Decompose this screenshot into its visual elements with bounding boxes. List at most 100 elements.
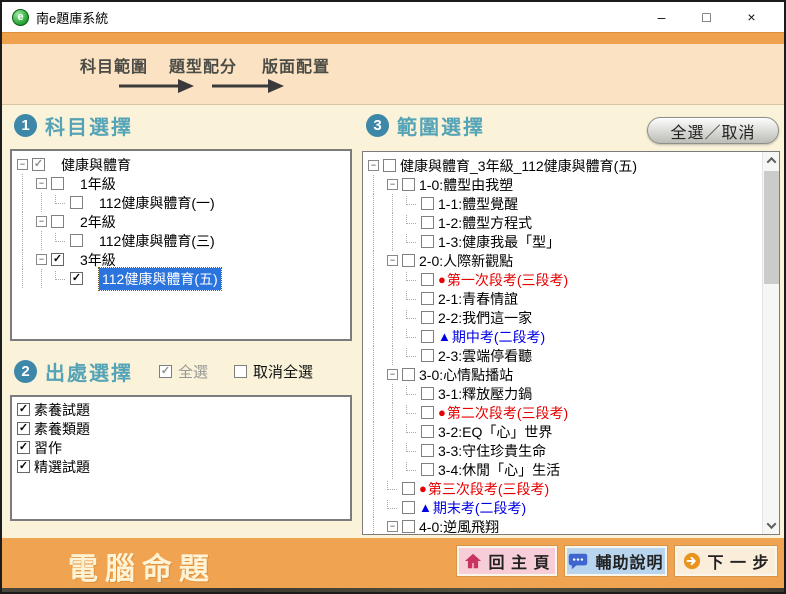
tree-checkbox[interactable]: [51, 177, 64, 190]
tree-node-label[interactable]: 1-0:體型由我塑: [419, 175, 513, 195]
tree-row[interactable]: ▲期末考(二段考): [363, 498, 762, 517]
collapse-toggle-icon[interactable]: −: [387, 255, 398, 266]
tree-node-label[interactable]: 1-3:健康我最「型」: [438, 232, 560, 252]
minimize-button[interactable]: –: [639, 3, 684, 31]
tree-node-label[interactable]: 期末考(二段考): [433, 498, 526, 518]
tree-node-label[interactable]: 2-2:我們這一家: [438, 308, 532, 328]
tree-node-label[interactable]: 2年級: [80, 212, 116, 232]
tree-node-label[interactable]: 健康與體育: [61, 155, 131, 175]
home-button[interactable]: 回 主 頁: [457, 546, 557, 576]
tree-row[interactable]: − 健康與體育_3年級_112健康與體育(五): [363, 156, 762, 175]
next-step-button[interactable]: 下 一 步: [675, 546, 777, 576]
tree-row[interactable]: ●第一次段考(三段考): [363, 270, 762, 289]
deselect-all-checkbox[interactable]: [234, 365, 247, 378]
tree-checkbox[interactable]: [421, 463, 434, 476]
close-button[interactable]: ×: [729, 3, 774, 31]
tree-checkbox[interactable]: ✓: [70, 272, 83, 285]
select-all-checkbox-group[interactable]: ✓ 全選: [159, 361, 208, 382]
tree-row[interactable]: −✓ 健康與體育: [12, 155, 350, 174]
source-item-checkbox[interactable]: ✓: [17, 460, 30, 473]
tree-checkbox[interactable]: [421, 444, 434, 457]
tree-checkbox[interactable]: [402, 482, 415, 495]
tree-node-label[interactable]: 期中考(二段考): [452, 327, 545, 347]
tree-checkbox[interactable]: [421, 292, 434, 305]
tree-row[interactable]: −3-0:心情點播站: [363, 365, 762, 384]
source-item-checkbox[interactable]: ✓: [17, 422, 30, 435]
tree-node-label[interactable]: 健康與體育_3年級_112健康與體育(五): [400, 156, 637, 176]
tree-row[interactable]: − 2-0:人際新觀點: [363, 251, 762, 270]
tree-row[interactable]: ●第二次段考(三段考): [363, 403, 762, 422]
tree-node-label[interactable]: 1-1:體型覺醒: [438, 194, 518, 214]
tree-row[interactable]: −4-0:逆風飛翔: [363, 517, 762, 535]
tree-row[interactable]: 1-2:體型方程式: [363, 213, 762, 232]
tree-row[interactable]: − 2年級: [12, 212, 350, 231]
tree-checkbox[interactable]: [421, 349, 434, 362]
tree-checkbox[interactable]: [421, 425, 434, 438]
tree-checkbox[interactable]: [402, 254, 415, 267]
tree-checkbox[interactable]: [421, 216, 434, 229]
source-list-item[interactable]: ✓素養類題: [12, 419, 350, 438]
tree-checkbox[interactable]: [421, 330, 434, 343]
source-list-item[interactable]: ✓習作: [12, 438, 350, 457]
tree-node-label[interactable]: 112健康與體育(五): [99, 268, 221, 290]
tree-checkbox[interactable]: ✓: [32, 158, 45, 171]
tree-node-label[interactable]: 1-2:體型方程式: [438, 213, 532, 233]
tree-checkbox[interactable]: [421, 273, 434, 286]
tree-row[interactable]: 2-1:青春情誼: [363, 289, 762, 308]
tree-node-label[interactable]: 3-1:釋放壓力鍋: [438, 384, 532, 404]
help-button[interactable]: 輔助說明: [565, 546, 667, 576]
tree-node-label[interactable]: 2-0:人際新觀點: [419, 251, 513, 271]
tree-node-label[interactable]: 2-3:雲端停看聽: [438, 346, 532, 366]
tree-row[interactable]: 1-3:健康我最「型」: [363, 232, 762, 251]
tree-node-label[interactable]: 2-1:青春情誼: [438, 289, 518, 309]
maximize-button[interactable]: □: [684, 3, 729, 31]
tree-row[interactable]: 3-1:釋放壓力鍋: [363, 384, 762, 403]
tree-checkbox[interactable]: [421, 406, 434, 419]
tree-row[interactable]: −✓ 3年級: [12, 250, 350, 269]
tree-checkbox[interactable]: [402, 178, 415, 191]
tree-row[interactable]: ✓ 112健康與體育(五): [12, 269, 350, 288]
source-list-item[interactable]: ✓精選試題: [12, 457, 350, 476]
collapse-toggle-icon[interactable]: −: [17, 159, 28, 170]
tree-checkbox[interactable]: [70, 234, 83, 247]
tree-row[interactable]: − 1-0:體型由我塑: [363, 175, 762, 194]
tree-node-label[interactable]: 3-2:EQ「心」世界: [438, 422, 552, 442]
tree-row[interactable]: ▲期中考(二段考): [363, 327, 762, 346]
source-list-item[interactable]: ✓素養試題: [12, 400, 350, 419]
tree-checkbox[interactable]: [421, 387, 434, 400]
tree-node-label[interactable]: 第二次段考(三段考): [447, 403, 568, 423]
tree-row[interactable]: 2-2:我們這一家: [363, 308, 762, 327]
tree-checkbox[interactable]: [421, 311, 434, 324]
tree-row[interactable]: 3-3:守住珍貴生命: [363, 441, 762, 460]
scrollbar-thumb[interactable]: [764, 171, 779, 284]
tree-checkbox[interactable]: ✓: [51, 253, 64, 266]
tree-row[interactable]: 112健康與體育(三): [12, 231, 350, 250]
tree-checkbox[interactable]: [402, 368, 415, 381]
tree-row[interactable]: 112健康與體育(一): [12, 193, 350, 212]
tree-checkbox[interactable]: [421, 235, 434, 248]
tree-node-label[interactable]: 1年級: [80, 174, 116, 194]
collapse-toggle-icon[interactable]: −: [387, 179, 398, 190]
tree-node-label[interactable]: 第一次段考(三段考): [447, 270, 568, 290]
tree-checkbox[interactable]: [402, 520, 415, 533]
tree-node-label[interactable]: 3年級: [80, 250, 116, 270]
select-all-checkbox[interactable]: ✓: [159, 365, 172, 378]
tree-checkbox[interactable]: [51, 215, 64, 228]
tree-checkbox[interactable]: [70, 196, 83, 209]
collapse-toggle-icon[interactable]: −: [368, 160, 379, 171]
source-item-checkbox[interactable]: ✓: [17, 403, 30, 416]
collapse-toggle-icon[interactable]: −: [36, 254, 47, 265]
tree-node-label[interactable]: 3-4:休閒「心」生活: [438, 460, 560, 480]
collapse-toggle-icon[interactable]: −: [387, 521, 398, 532]
tree-checkbox[interactable]: [383, 159, 396, 172]
deselect-all-checkbox-group[interactable]: 取消全選: [234, 361, 313, 382]
tree-row[interactable]: 1-1:體型覺醒: [363, 194, 762, 213]
source-item-checkbox[interactable]: ✓: [17, 441, 30, 454]
tree-node-label[interactable]: 112健康與體育(一): [99, 193, 215, 213]
tree-checkbox[interactable]: [402, 501, 415, 514]
tree-row[interactable]: ●第三次段考(三段考): [363, 479, 762, 498]
collapse-toggle-icon[interactable]: −: [36, 216, 47, 227]
tree-node-label[interactable]: 3-0:心情點播站: [419, 365, 513, 385]
tree-row[interactable]: 3-2:EQ「心」世界: [363, 422, 762, 441]
tree-checkbox[interactable]: [421, 197, 434, 210]
